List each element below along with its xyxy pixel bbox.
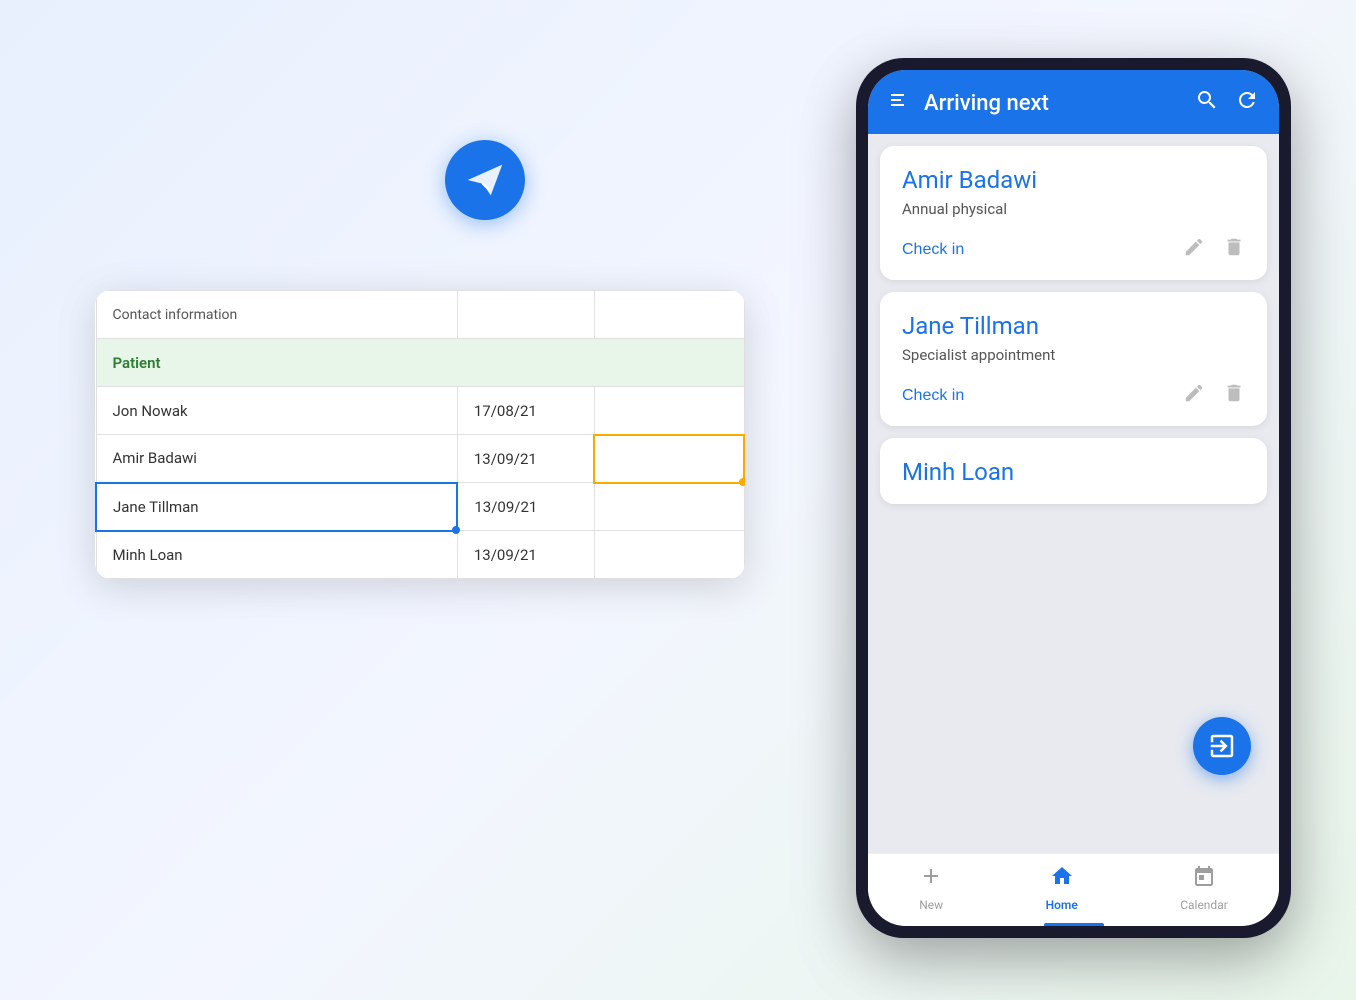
patient-extra-cell-active[interactable] — [594, 435, 744, 483]
nav-item-home[interactable]: Home — [1046, 864, 1078, 912]
patient-section-row: Patient — [96, 339, 744, 387]
patient-card-minh-partial: Minh Loan — [880, 438, 1267, 504]
patient-appointment-jane: Specialist appointment — [902, 346, 1245, 364]
patient-name-cell-selected[interactable]: Jane Tillman — [96, 483, 457, 531]
app-logo — [445, 140, 525, 220]
card-icon-group-amir — [1183, 236, 1245, 264]
patient-card-jane: Jane Tillman Specialist appointment Chec… — [880, 292, 1267, 426]
card-actions-jane: Check in — [902, 382, 1245, 410]
patient-extra-cell — [594, 483, 744, 531]
patient-date-cell: 13/09/21 — [457, 483, 594, 531]
phone-mockup: Arriving next — [856, 58, 1291, 938]
delete-icon-amir[interactable] — [1223, 236, 1245, 264]
add-icon — [919, 864, 943, 894]
patient-date-cell: 17/08/21 — [457, 387, 594, 435]
spreadsheet-card: Contact information Patient Jon Nowak 17… — [95, 290, 745, 579]
calendar-icon — [1192, 864, 1216, 894]
nav-item-calendar[interactable]: Calendar — [1180, 864, 1228, 912]
edit-icon-amir[interactable] — [1183, 236, 1205, 264]
checkin-button-amir[interactable]: Check in — [902, 241, 964, 259]
patient-section-label: Patient — [96, 339, 744, 387]
cell-handle-blue — [452, 526, 460, 534]
cell-handle-yellow — [739, 478, 745, 486]
patient-card-amir: Amir Badawi Annual physical Check in — [880, 146, 1267, 280]
nav-active-bar — [1044, 923, 1104, 926]
patient-appointment-amir: Annual physical — [902, 200, 1245, 218]
table-row: Jon Nowak 17/08/21 — [96, 387, 744, 435]
card-icon-group-jane — [1183, 382, 1245, 410]
patient-extra-cell — [594, 531, 744, 579]
patient-name-amir: Amir Badawi — [902, 166, 1245, 194]
phone-content-wrapper: Amir Badawi Annual physical Check in — [868, 134, 1279, 853]
phone-bottom-nav: New Home — [868, 853, 1279, 926]
scene: Contact information Patient Jon Nowak 17… — [0, 0, 1356, 1000]
spreadsheet-table: Contact information Patient Jon Nowak 17… — [95, 290, 745, 579]
patient-name-cell: Amir Badawi — [96, 435, 457, 483]
home-icon — [1050, 864, 1074, 894]
patient-name-cell: Minh Loan — [96, 531, 457, 579]
patient-name-cell: Jon Nowak — [96, 387, 457, 435]
contact-info-header: Contact information — [96, 291, 457, 339]
patient-extra-cell — [594, 387, 744, 435]
refresh-icon[interactable] — [1235, 88, 1259, 118]
card-actions-amir: Check in — [902, 236, 1245, 264]
checkin-button-jane[interactable]: Check in — [902, 387, 964, 405]
nav-item-new[interactable]: New — [919, 864, 943, 912]
search-icon[interactable] — [1195, 88, 1219, 118]
table-row: Amir Badawi 13/09/21 — [96, 435, 744, 483]
phone-content: Amir Badawi Annual physical Check in — [868, 134, 1279, 516]
edit-icon-jane[interactable] — [1183, 382, 1205, 410]
patient-date-cell: 13/09/21 — [457, 435, 594, 483]
fab-checkin-button[interactable] — [1193, 717, 1251, 775]
patient-date-cell: 13/09/21 — [457, 531, 594, 579]
extra-col-header — [594, 291, 744, 339]
delete-icon-jane[interactable] — [1223, 382, 1245, 410]
date-col-header — [457, 291, 594, 339]
nav-label-home: Home — [1046, 898, 1078, 912]
table-row: Minh Loan 13/09/21 — [96, 531, 744, 579]
header-icons — [1195, 88, 1259, 118]
nav-label-new: New — [919, 898, 943, 912]
phone-title: Arriving next — [924, 91, 1183, 116]
phone-screen: Arriving next — [868, 70, 1279, 926]
patient-name-jane: Jane Tillman — [902, 312, 1245, 340]
phone-header: Arriving next — [868, 70, 1279, 134]
patient-name-minh: Minh Loan — [902, 458, 1245, 486]
menu-icon[interactable] — [888, 88, 912, 118]
table-row: Jane Tillman 13/09/21 — [96, 483, 744, 531]
spreadsheet-header-row: Contact information — [96, 291, 744, 339]
nav-label-calendar: Calendar — [1180, 898, 1228, 912]
